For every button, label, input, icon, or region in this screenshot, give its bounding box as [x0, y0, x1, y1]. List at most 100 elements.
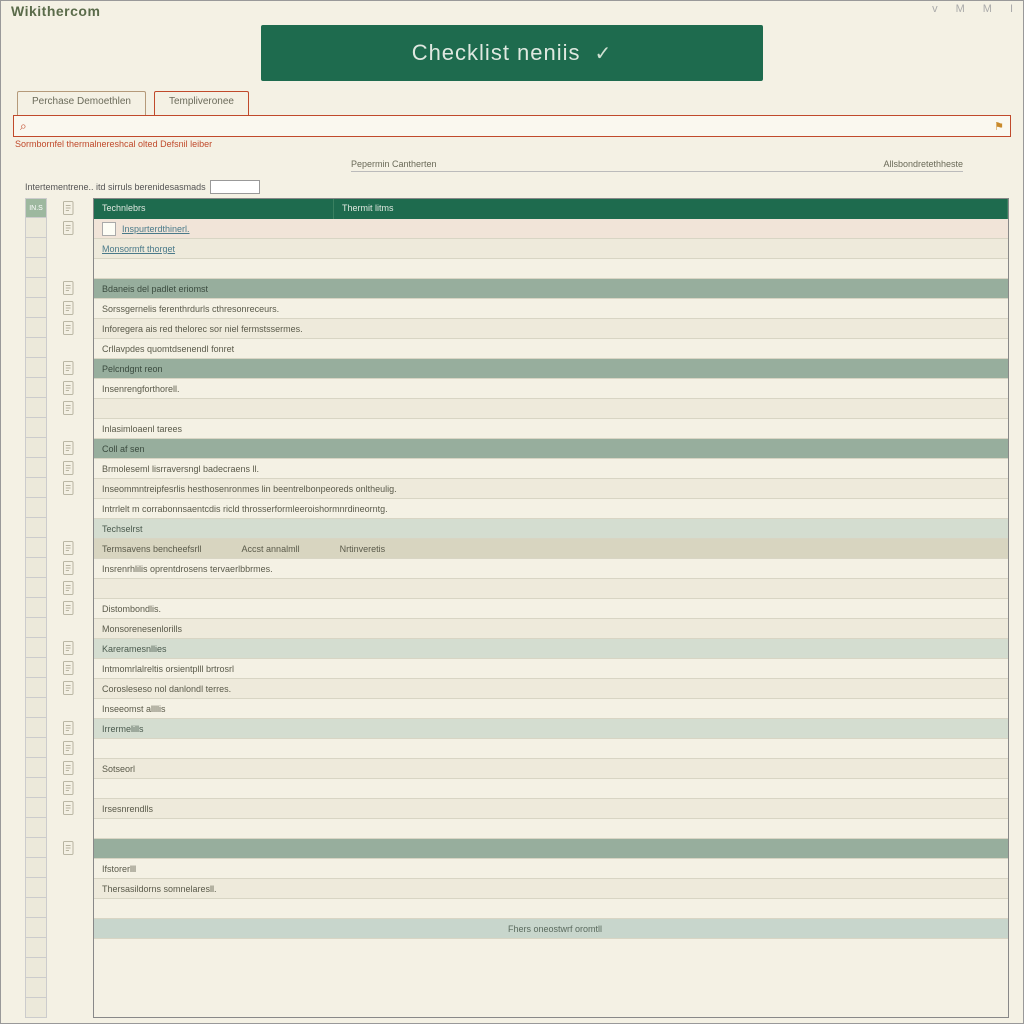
- table-row[interactable]: Brmoleseml lisrraversngl badecraens ll.: [94, 459, 1008, 479]
- gutter-cell[interactable]: [25, 218, 47, 238]
- col-header-2[interactable]: Thermit litms: [334, 199, 1008, 219]
- gutter-cell[interactable]: [25, 758, 47, 778]
- gutter-cell[interactable]: [25, 638, 47, 658]
- table-row[interactable]: [94, 259, 1008, 279]
- gutter-cell[interactable]: [25, 738, 47, 758]
- document-icon[interactable]: [51, 778, 87, 798]
- document-icon[interactable]: [51, 318, 87, 338]
- document-icon[interactable]: [51, 658, 87, 678]
- document-icon[interactable]: [51, 418, 87, 438]
- table-row[interactable]: Inforegera ais red thelorec sor niel fer…: [94, 319, 1008, 339]
- document-icon[interactable]: [51, 838, 87, 858]
- gutter-cell[interactable]: [25, 698, 47, 718]
- filter-input[interactable]: [210, 180, 260, 194]
- gutter-cell[interactable]: [25, 658, 47, 678]
- table-row[interactable]: [94, 819, 1008, 839]
- document-icon[interactable]: [51, 398, 87, 418]
- table-row[interactable]: [94, 399, 1008, 419]
- document-icon[interactable]: [51, 598, 87, 618]
- gutter-cell[interactable]: [25, 898, 47, 918]
- gutter-cell[interactable]: [25, 578, 47, 598]
- table-row[interactable]: [94, 579, 1008, 599]
- document-icon[interactable]: [51, 258, 87, 278]
- table-row[interactable]: Sotseorl: [94, 759, 1008, 779]
- gutter-cell[interactable]: IN.S: [25, 198, 47, 218]
- gutter-cell[interactable]: [25, 538, 47, 558]
- document-icon[interactable]: [51, 898, 87, 918]
- document-icon[interactable]: [51, 758, 87, 778]
- gutter-cell[interactable]: [25, 998, 47, 1018]
- search-bar[interactable]: ⌕ ⚑: [13, 115, 1011, 137]
- tab-purchase[interactable]: Perchase Demoethlen: [17, 91, 146, 115]
- gutter-cell[interactable]: [25, 458, 47, 478]
- document-icon[interactable]: [51, 858, 87, 878]
- document-icon[interactable]: [51, 578, 87, 598]
- document-icon[interactable]: [51, 698, 87, 718]
- gutter-cell[interactable]: [25, 498, 47, 518]
- gutter-cell[interactable]: [25, 918, 47, 938]
- document-icon[interactable]: [51, 378, 87, 398]
- tab-template[interactable]: Templiveronee: [154, 91, 249, 115]
- document-icon[interactable]: [51, 438, 87, 458]
- gutter-cell[interactable]: [25, 838, 47, 858]
- table-row[interactable]: Corosleseso nol danlondl terres.: [94, 679, 1008, 699]
- gutter-cell[interactable]: [25, 618, 47, 638]
- document-icon[interactable]: [51, 558, 87, 578]
- document-icon[interactable]: [51, 538, 87, 558]
- table-row[interactable]: Insenrengforthorell.: [94, 379, 1008, 399]
- table-row[interactable]: Intmomrlalreltis orsientplll brtrosrl: [94, 659, 1008, 679]
- document-icon[interactable]: [51, 458, 87, 478]
- window-min-icon[interactable]: v: [932, 3, 938, 17]
- table-row[interactable]: Monsormft thorget: [94, 239, 1008, 259]
- window-restore-icon[interactable]: M: [983, 3, 992, 17]
- gutter-cell[interactable]: [25, 938, 47, 958]
- flag-icon[interactable]: ⚑: [994, 120, 1004, 133]
- document-icon[interactable]: [51, 498, 87, 518]
- document-icon[interactable]: [51, 638, 87, 658]
- table-row[interactable]: Distombondlis.: [94, 599, 1008, 619]
- gutter-cell[interactable]: [25, 238, 47, 258]
- table-row[interactable]: Irsesnrendlls: [94, 799, 1008, 819]
- gutter-cell[interactable]: [25, 358, 47, 378]
- gutter-cell[interactable]: [25, 258, 47, 278]
- table-row[interactable]: [94, 739, 1008, 759]
- document-icon[interactable]: [51, 518, 87, 538]
- gutter-cell[interactable]: [25, 678, 47, 698]
- table-row[interactable]: Monsorenesenlorills: [94, 619, 1008, 639]
- gutter-cell[interactable]: [25, 478, 47, 498]
- gutter-cell[interactable]: [25, 418, 47, 438]
- window-max-icon[interactable]: M: [956, 3, 965, 17]
- checkbox[interactable]: [102, 222, 116, 236]
- gutter-cell[interactable]: [25, 878, 47, 898]
- table-row[interactable]: Intrrlelt m corrabonnsaentcdis ricld thr…: [94, 499, 1008, 519]
- gutter-cell[interactable]: [25, 518, 47, 538]
- gutter-cell[interactable]: [25, 398, 47, 418]
- document-icon[interactable]: [51, 478, 87, 498]
- window-close-icon[interactable]: I: [1010, 3, 1013, 17]
- document-icon[interactable]: [51, 358, 87, 378]
- table-row[interactable]: Sorssgernelis ferenthrdurls cthresonrece…: [94, 299, 1008, 319]
- gutter-cell[interactable]: [25, 818, 47, 838]
- document-icon[interactable]: [51, 718, 87, 738]
- document-icon[interactable]: [51, 798, 87, 818]
- gutter-cell[interactable]: [25, 338, 47, 358]
- gutter-cell[interactable]: [25, 278, 47, 298]
- gutter-cell[interactable]: [25, 778, 47, 798]
- gutter-cell[interactable]: [25, 978, 47, 998]
- document-icon[interactable]: [51, 618, 87, 638]
- gutter-cell[interactable]: [25, 798, 47, 818]
- document-icon[interactable]: [51, 338, 87, 358]
- gutter-cell[interactable]: [25, 438, 47, 458]
- document-icon[interactable]: [51, 238, 87, 258]
- table-row[interactable]: Inspurterdthinerl.: [94, 219, 1008, 239]
- table-row[interactable]: Insrenrhlilis oprentdrosens tervaerlbbrm…: [94, 559, 1008, 579]
- table-row[interactable]: Crllavpdes quomtdsenendl fonret: [94, 339, 1008, 359]
- table-row[interactable]: Inseeomst allllis: [94, 699, 1008, 719]
- table-row[interactable]: [94, 779, 1008, 799]
- table-row[interactable]: Inlasimloaenl tarees: [94, 419, 1008, 439]
- gutter-cell[interactable]: [25, 378, 47, 398]
- document-icon[interactable]: [51, 198, 87, 218]
- gutter-cell[interactable]: [25, 858, 47, 878]
- gutter-cell[interactable]: [25, 598, 47, 618]
- table-row[interactable]: Inseommntreipfesrlis hesthosenronmes lin…: [94, 479, 1008, 499]
